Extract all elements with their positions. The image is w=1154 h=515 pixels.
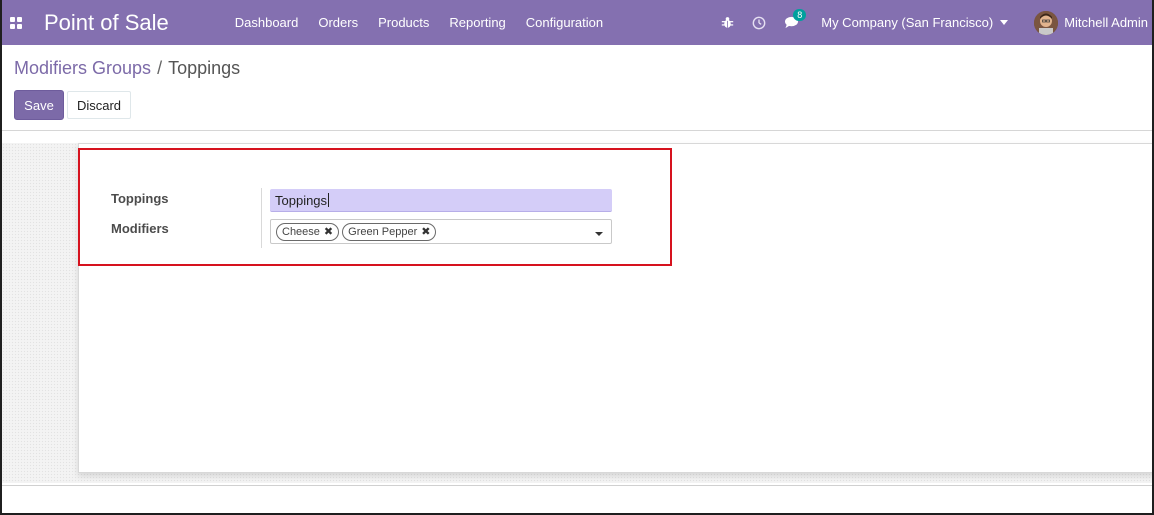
avatar [1034, 10, 1059, 35]
save-button[interactable]: Save [14, 90, 64, 120]
menu-item-configuration[interactable]: Configuration [516, 15, 613, 30]
discard-button[interactable]: Discard [67, 91, 131, 119]
control-panel-divider [2, 130, 1152, 131]
menu-item-dashboard[interactable]: Dashboard [225, 15, 309, 30]
bug-icon[interactable] [719, 15, 735, 31]
clock-icon[interactable] [751, 15, 767, 31]
main-menu: Dashboard Orders Products Reporting Conf… [225, 15, 613, 30]
company-switcher[interactable]: My Company (San Francisco) [821, 15, 1009, 30]
top-navbar: Point of Sale Dashboard Orders Products … [0, 0, 1154, 45]
app-title[interactable]: Point of Sale [44, 10, 169, 36]
chat-icon[interactable]: 8 [783, 8, 807, 31]
messages-badge: 8 [793, 8, 807, 21]
menu-item-orders[interactable]: Orders [308, 15, 368, 30]
breadcrumb-current: Toppings [168, 58, 241, 78]
bottom-divider [2, 485, 1152, 486]
menu-item-reporting[interactable]: Reporting [439, 15, 515, 30]
breadcrumb-parent-link[interactable]: Modifiers Groups [14, 58, 151, 78]
breadcrumb-separator: / [157, 58, 163, 78]
caret-down-icon [1000, 20, 1009, 25]
systray: 8 My Company (San Francisco) Mitchell Ad… [711, 0, 1154, 45]
company-name: My Company (San Francisco) [821, 15, 994, 30]
menu-item-products[interactable]: Products [368, 15, 439, 30]
user-name: Mitchell Admin [1064, 15, 1148, 30]
breadcrumb: Modifiers Groups / Toppings [14, 58, 240, 79]
highlight-box [78, 148, 672, 266]
user-menu[interactable]: Mitchell Admin [1034, 10, 1148, 35]
apps-grid-icon[interactable] [10, 16, 22, 29]
